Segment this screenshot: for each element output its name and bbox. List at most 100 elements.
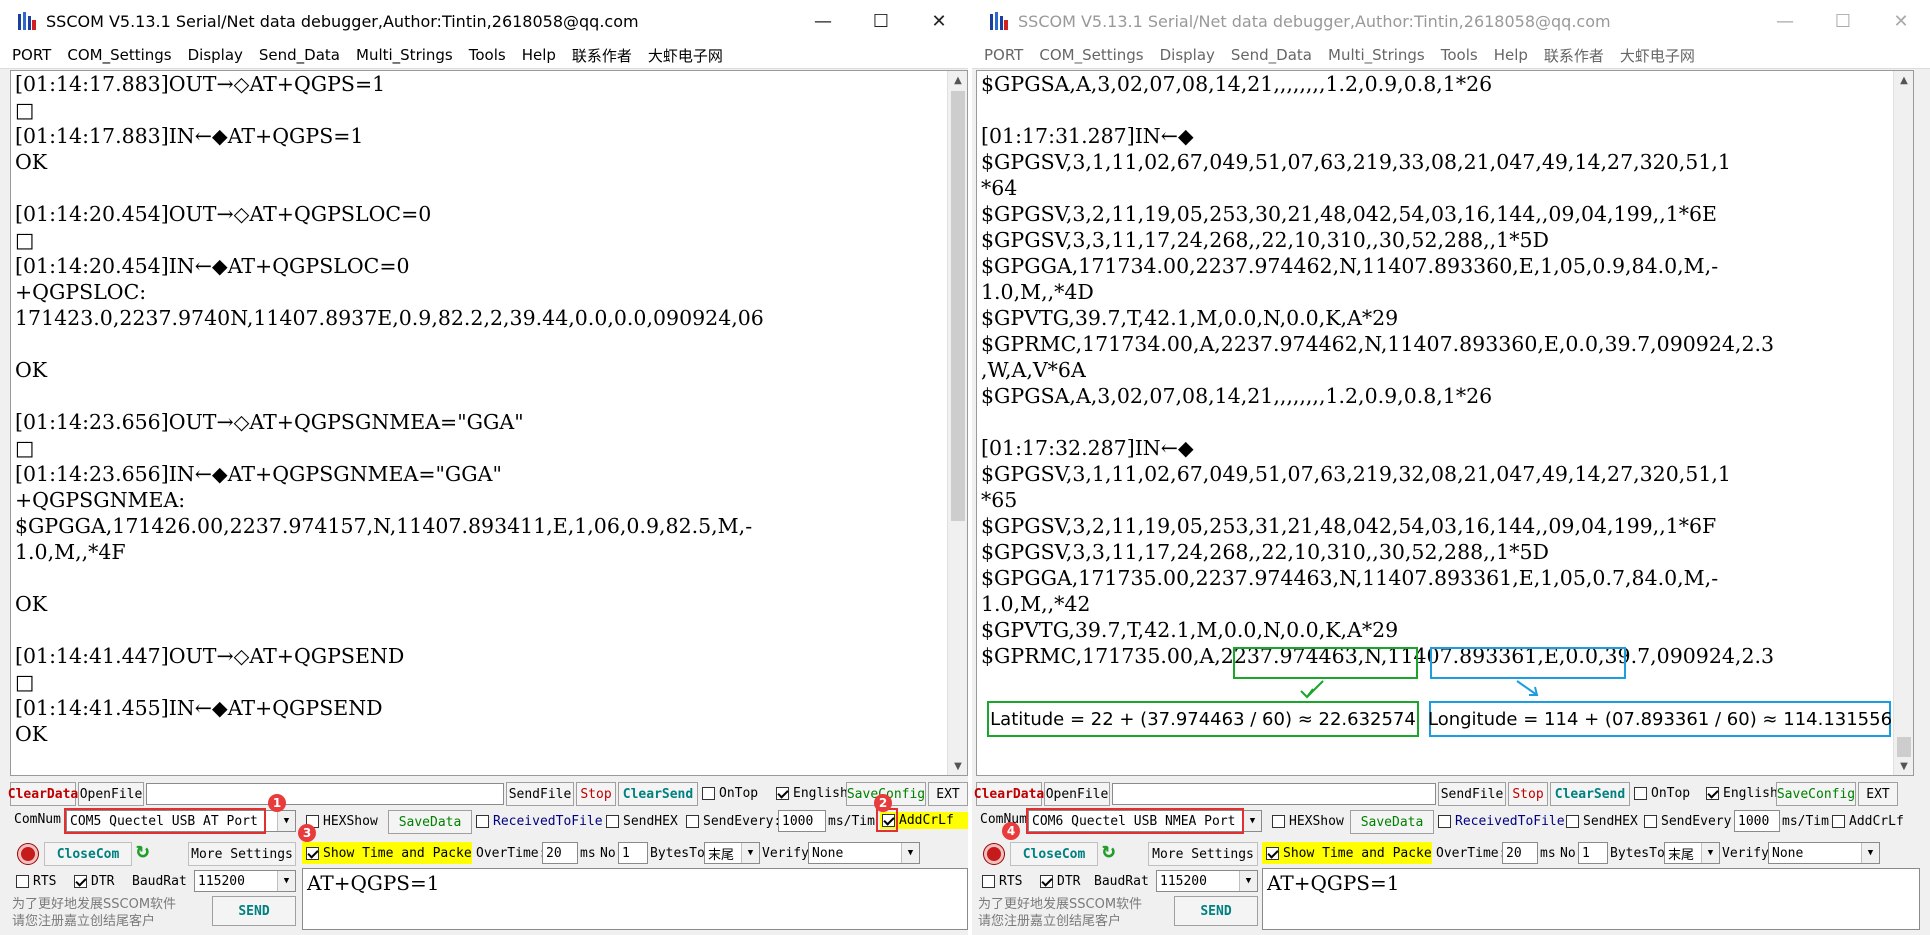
menu-help[interactable]: Help <box>1486 46 1536 64</box>
send-text-input[interactable]: AT+QGPS=1 <box>1262 868 1920 930</box>
baud-rate-select[interactable]: 115200 ▼ <box>194 870 296 892</box>
scroll-thumb[interactable] <box>1897 737 1911 757</box>
refresh-icon[interactable]: ↻ <box>1102 838 1115 863</box>
menu-daxia-site[interactable]: 大虾电子网 <box>640 45 731 66</box>
verify-select[interactable]: None ▼ <box>808 842 920 864</box>
english-checkbox[interactable]: English <box>776 786 848 801</box>
add-crlf-checkbox[interactable]: AddCrLf <box>1832 814 1904 829</box>
hex-show-checkbox[interactable]: HEXShow <box>1272 814 1344 829</box>
bytes-to-select[interactable]: 末尾 ▼ <box>704 842 760 864</box>
bytes-to-select[interactable]: 末尾 ▼ <box>1664 842 1720 864</box>
scroll-down-icon[interactable]: ▼ <box>948 757 967 775</box>
send-button[interactable]: SEND <box>1174 896 1258 926</box>
receive-console[interactable]: [01:14:17.883]OUT→◇AT+QGPS=1 □ [01:14:17.8… <box>10 70 968 776</box>
stop-button[interactable]: Stop <box>576 782 616 806</box>
close-com-button[interactable]: CloseCom <box>44 842 132 866</box>
stop-button[interactable]: Stop <box>1508 782 1548 806</box>
send-text-input[interactable]: AT+QGPS=1 <box>302 868 968 930</box>
scroll-up-icon[interactable]: ▲ <box>1894 71 1913 89</box>
menu-display[interactable]: Display <box>1152 46 1223 64</box>
menu-daxia-site[interactable]: 大虾电子网 <box>1612 45 1703 66</box>
menu-display[interactable]: Display <box>180 46 251 64</box>
menu-help[interactable]: Help <box>514 46 564 64</box>
dtr-checkbox[interactable]: DTR <box>74 874 114 889</box>
send-hex-checkbox[interactable]: SendHEX <box>606 814 678 829</box>
menu-port[interactable]: PORT <box>4 46 59 64</box>
overtime-input[interactable]: 20 <box>542 842 578 864</box>
scroll-thumb[interactable] <box>951 91 965 521</box>
dtr-checkbox[interactable]: DTR <box>1040 874 1080 889</box>
ext-button[interactable]: EXT <box>1858 782 1898 806</box>
menu-multi-strings[interactable]: Multi_Strings <box>348 46 461 64</box>
on-top-checkbox[interactable]: OnTop <box>1634 786 1690 801</box>
send-every-checkbox[interactable]: SendEvery: <box>1644 814 1739 829</box>
menu-tools[interactable]: Tools <box>1433 46 1486 64</box>
send-file-button[interactable]: SendFile <box>1438 782 1506 806</box>
rts-checkbox[interactable]: RTS <box>16 874 56 889</box>
vertical-scrollbar[interactable]: ▲ ▼ <box>947 71 967 775</box>
title-bar[interactable]: SSCOM V5.13.1 Serial/Net data debugger,A… <box>0 0 968 42</box>
clear-data-button[interactable]: ClearData <box>974 782 1044 806</box>
receive-console[interactable]: $GPGSA,A,3,02,07,08,14,21,,,,,,,,1.2,0.9… <box>976 70 1914 776</box>
window-title: SSCOM V5.13.1 Serial/Net data debugger,A… <box>46 11 639 31</box>
open-file-button[interactable]: OpenFile <box>78 782 144 806</box>
close-icon[interactable]: ✕ <box>1872 0 1930 42</box>
file-path-input[interactable] <box>1112 783 1436 805</box>
verify-select[interactable]: None ▼ <box>1768 842 1880 864</box>
menu-contact-author[interactable]: 联系作者 <box>1536 45 1612 66</box>
send-every-input[interactable]: 1000 <box>778 810 826 832</box>
send-file-button[interactable]: SendFile <box>506 782 574 806</box>
more-settings-button[interactable]: More Settings <box>1148 842 1258 866</box>
menu-multi-strings[interactable]: Multi_Strings <box>1320 46 1433 64</box>
minimize-icon[interactable]: — <box>794 0 852 42</box>
received-to-file-checkbox[interactable]: ReceivedToFile <box>1438 814 1565 829</box>
promo-text[interactable]: 为了更好地发展SSCOM软件 请您注册嘉立创结尾客户 <box>978 896 1170 930</box>
maximize-icon[interactable]: ☐ <box>852 0 910 42</box>
send-every-input[interactable]: 1000 <box>1734 810 1780 832</box>
save-data-button[interactable]: SaveData <box>388 810 472 834</box>
send-every-checkbox[interactable]: SendEvery: <box>686 814 781 829</box>
menu-com-settings[interactable]: COM_Settings <box>1031 46 1151 64</box>
close-com-button[interactable]: CloseCom <box>1010 842 1098 866</box>
ext-button[interactable]: EXT <box>928 782 968 806</box>
save-config-button[interactable]: SaveConfig <box>1776 782 1856 806</box>
no-input[interactable]: 1 <box>618 842 648 864</box>
close-icon[interactable]: ✕ <box>910 0 968 42</box>
show-time-checkbox[interactable]: Show Time and Packe <box>302 842 472 864</box>
promo-text[interactable]: 为了更好地发展SSCOM软件 请您注册嘉立创结尾客户 <box>12 896 208 930</box>
clear-send-button[interactable]: ClearSend <box>1550 782 1630 806</box>
power-icon[interactable] <box>18 844 38 864</box>
english-checkbox[interactable]: English <box>1706 786 1778 801</box>
menu-port[interactable]: PORT <box>976 46 1031 64</box>
scroll-up-icon[interactable]: ▲ <box>948 71 967 89</box>
file-path-input[interactable] <box>146 783 504 805</box>
vertical-scrollbar[interactable]: ▲ ▼ <box>1893 71 1913 775</box>
clear-send-button[interactable]: ClearSend <box>618 782 698 806</box>
refresh-icon[interactable]: ↻ <box>136 838 149 863</box>
received-to-file-checkbox[interactable]: ReceivedToFile <box>476 814 603 829</box>
overtime-input[interactable]: 20 <box>1502 842 1538 864</box>
rts-checkbox[interactable]: RTS <box>982 874 1022 889</box>
hex-show-checkbox[interactable]: HEXShow <box>306 814 378 829</box>
send-button[interactable]: SEND <box>212 896 296 926</box>
menu-send-data[interactable]: Send_Data <box>1223 46 1320 64</box>
on-top-checkbox[interactable]: OnTop <box>702 786 758 801</box>
send-hex-checkbox[interactable]: SendHEX <box>1566 814 1638 829</box>
maximize-icon[interactable]: ☐ <box>1814 0 1872 42</box>
show-time-checkbox[interactable]: Show Time and Packe <box>1262 842 1432 864</box>
menu-send-data[interactable]: Send_Data <box>251 46 348 64</box>
baud-rate-select[interactable]: 115200 ▼ <box>1156 870 1258 892</box>
scroll-down-icon[interactable]: ▼ <box>1894 757 1913 775</box>
save-data-button[interactable]: SaveData <box>1350 810 1434 834</box>
menu-contact-author[interactable]: 联系作者 <box>564 45 640 66</box>
title-bar[interactable]: SSCOM V5.13.1 Serial/Net data debugger,A… <box>972 0 1930 42</box>
power-icon[interactable] <box>984 844 1004 864</box>
menu-tools[interactable]: Tools <box>461 46 514 64</box>
more-settings-button[interactable]: More Settings <box>188 842 296 866</box>
minimize-icon[interactable]: — <box>1756 0 1814 42</box>
clear-data-button[interactable]: ClearData <box>8 782 78 806</box>
menu-com-settings[interactable]: COM_Settings <box>59 46 179 64</box>
open-file-button[interactable]: OpenFile <box>1044 782 1110 806</box>
no-input[interactable]: 1 <box>1578 842 1608 864</box>
app-icon <box>990 12 1008 30</box>
